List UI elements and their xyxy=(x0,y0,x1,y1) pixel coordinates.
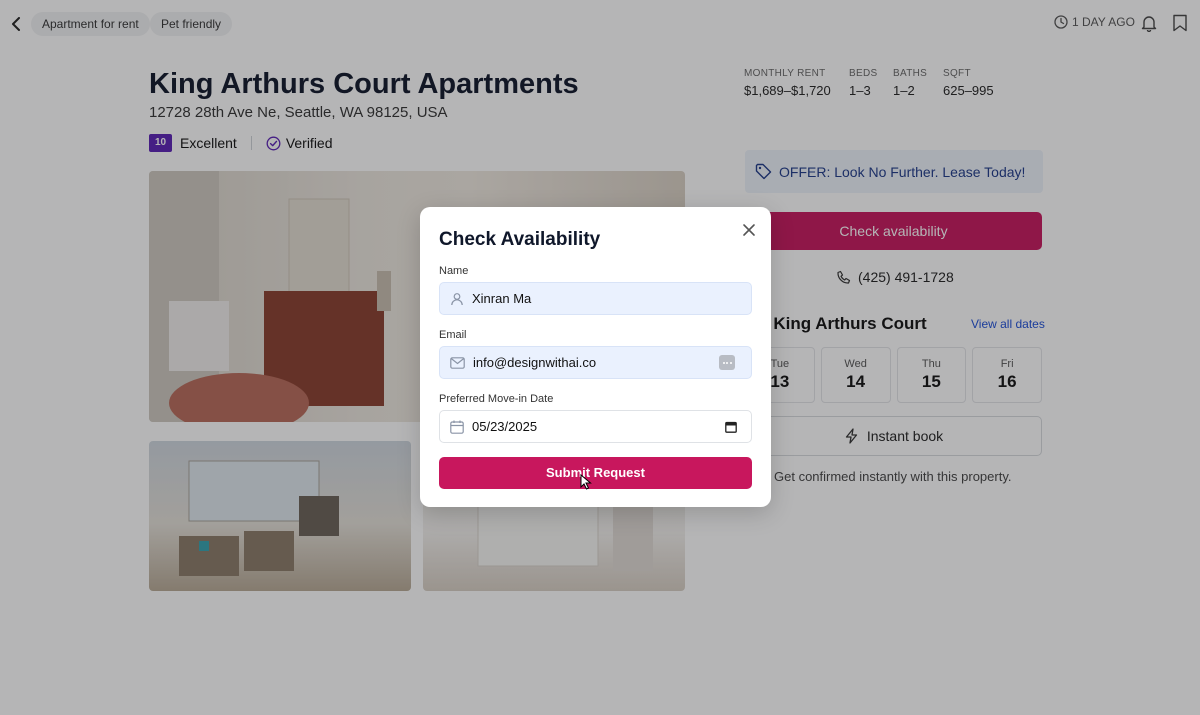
user-icon xyxy=(451,292,463,305)
check-availability-modal: Check Availability Name Xinran Ma Email … xyxy=(420,207,771,507)
email-field[interactable]: info@designwithai.co xyxy=(439,346,752,379)
name-field[interactable]: Xinran Ma xyxy=(439,282,752,315)
mail-icon xyxy=(450,356,465,369)
email-value: info@designwithai.co xyxy=(473,355,597,370)
email-label: Email xyxy=(439,329,467,341)
move-in-date-label: Preferred Move-in Date xyxy=(439,393,554,405)
move-in-date-field[interactable]: 05/23/2025 xyxy=(439,410,752,443)
modal-title: Check Availability xyxy=(439,229,601,250)
name-label: Name xyxy=(439,265,469,277)
close-icon[interactable] xyxy=(740,221,758,239)
move-in-date-value: 05/23/2025 xyxy=(472,419,538,434)
date-picker-icon[interactable] xyxy=(725,421,737,436)
calendar-icon xyxy=(450,420,464,434)
submit-request-button[interactable]: Submit Request xyxy=(439,457,752,489)
mouse-cursor-icon xyxy=(580,473,592,495)
password-manager-icon[interactable] xyxy=(719,355,735,370)
name-value: Xinran Ma xyxy=(472,291,532,306)
